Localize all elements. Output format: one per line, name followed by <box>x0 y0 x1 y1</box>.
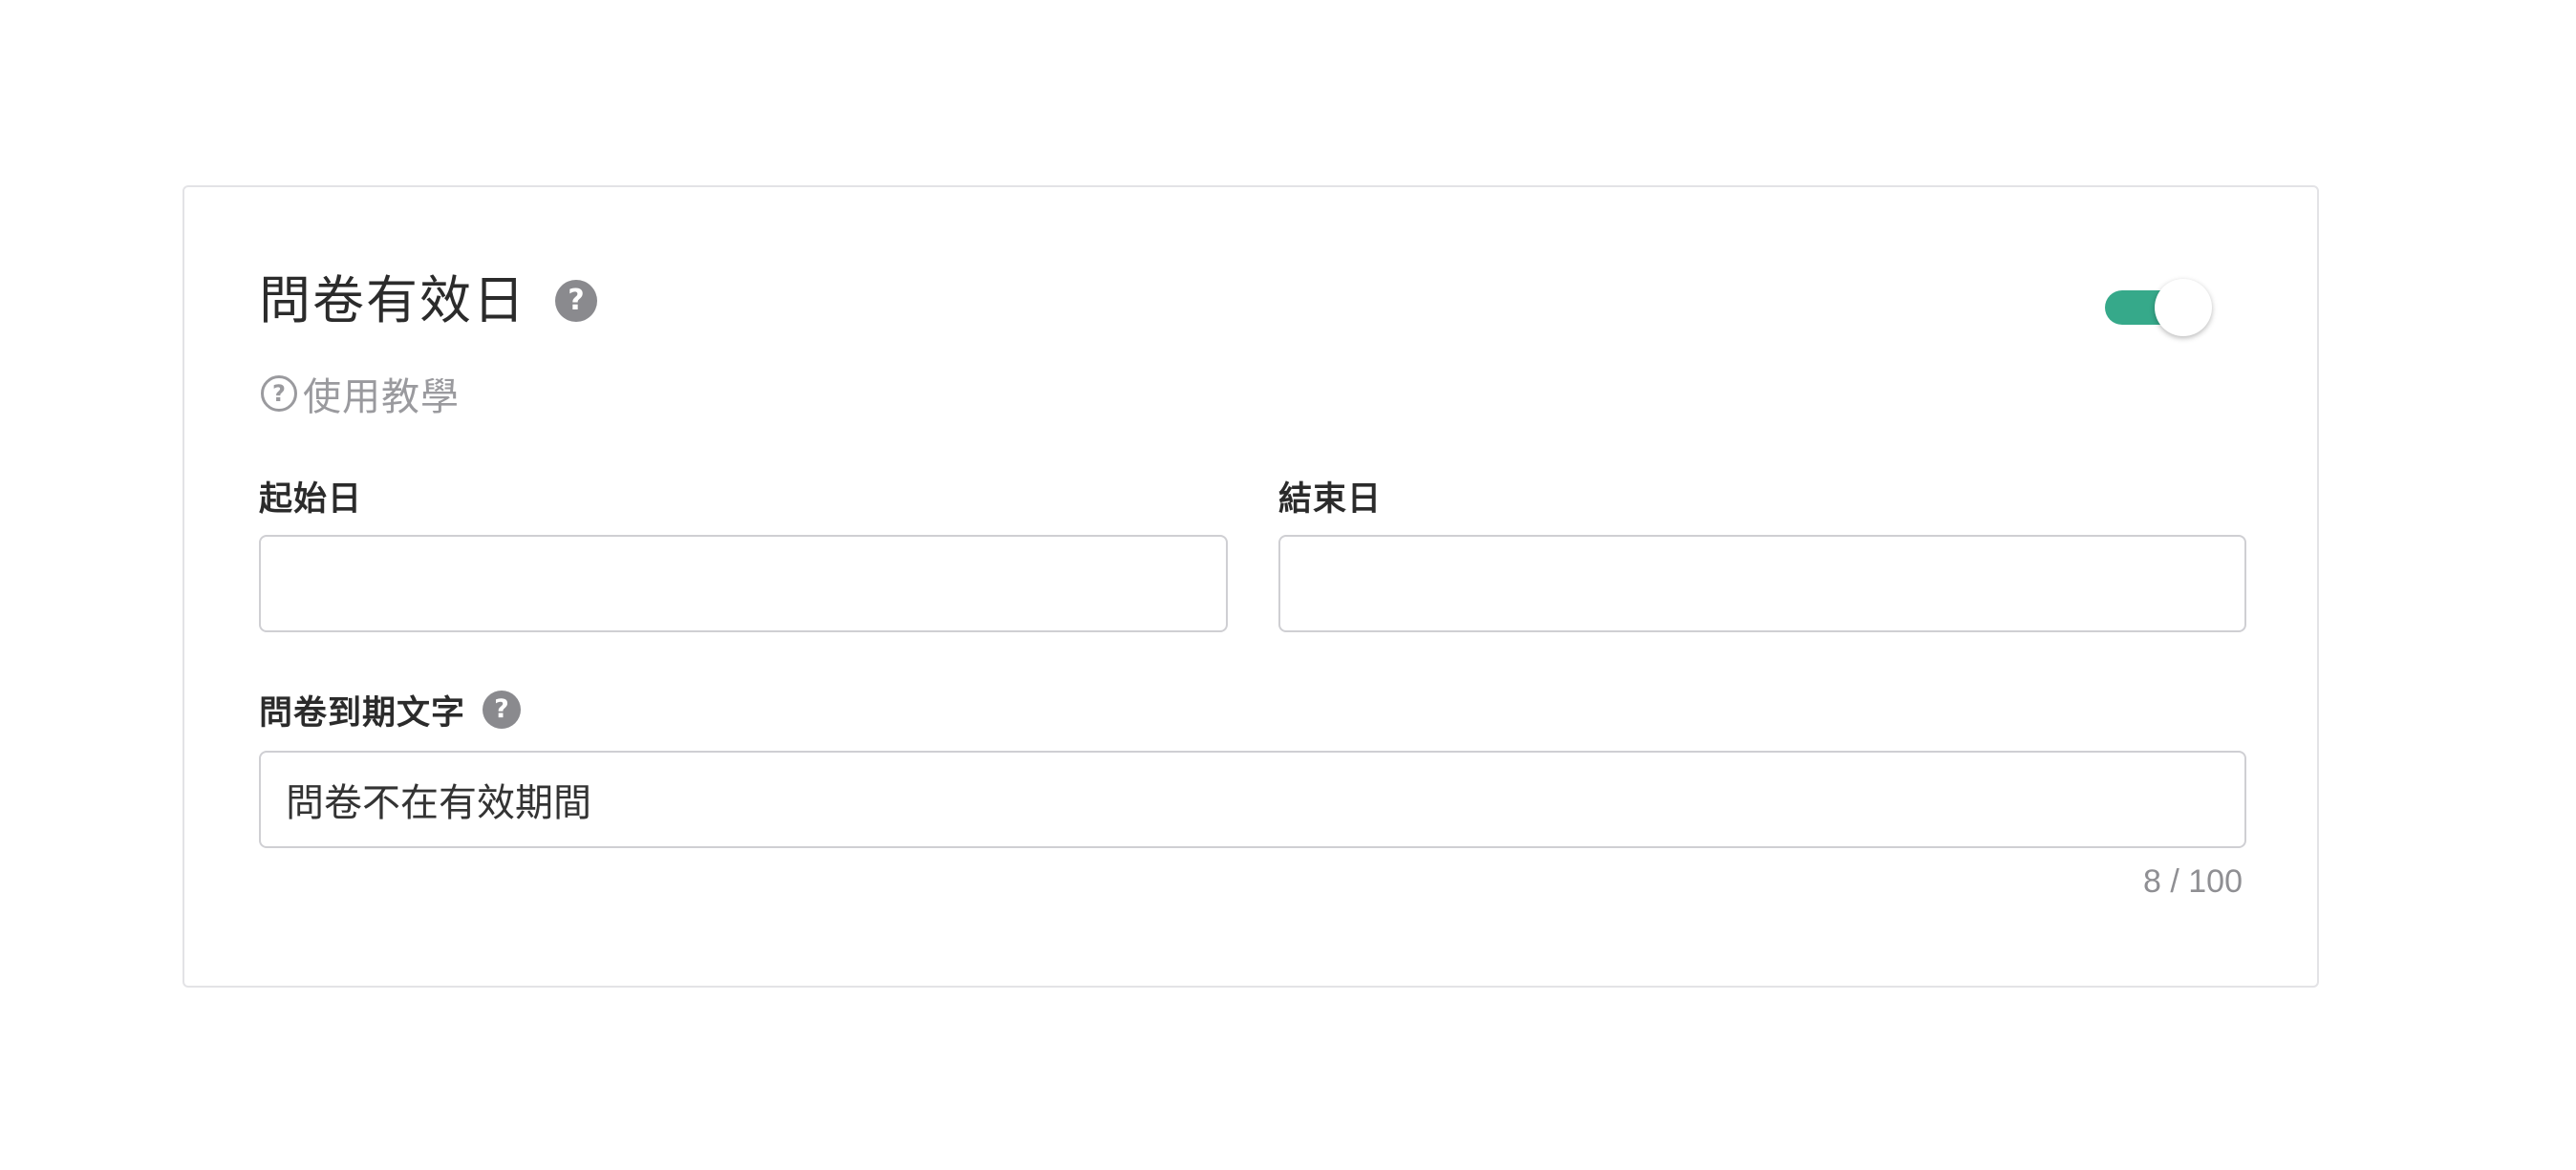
end-date-label: 結束日 <box>1278 480 1383 519</box>
survey-validity-card: 問卷有效日 ? ? 使用教學 起始日 結束日 問卷到期文字 ? 8 / 100 <box>182 185 2319 988</box>
expiry-text-input[interactable] <box>259 751 2246 848</box>
start-date-label: 起始日 <box>259 480 363 519</box>
expiry-text-label-row: 問卷到期文字 ? <box>259 686 522 734</box>
question-circle-icon: ? <box>261 375 297 412</box>
question-mark-icon[interactable]: ? <box>555 280 597 322</box>
toggle-thumb[interactable] <box>2155 279 2212 336</box>
end-date-input[interactable] <box>1278 535 2246 632</box>
character-counter: 8 / 100 <box>2143 863 2243 900</box>
question-mark-icon[interactable]: ? <box>483 691 522 729</box>
card-title: 問卷有效日 <box>259 270 526 330</box>
start-date-input[interactable] <box>259 535 1228 632</box>
title-row: 問卷有效日 ? <box>259 267 597 334</box>
tutorial-label: 使用教學 <box>303 375 460 419</box>
validity-toggle[interactable] <box>2105 279 2216 336</box>
expiry-text-label: 問卷到期文字 <box>259 693 466 733</box>
tutorial-link[interactable]: ? 使用教學 <box>261 365 460 422</box>
